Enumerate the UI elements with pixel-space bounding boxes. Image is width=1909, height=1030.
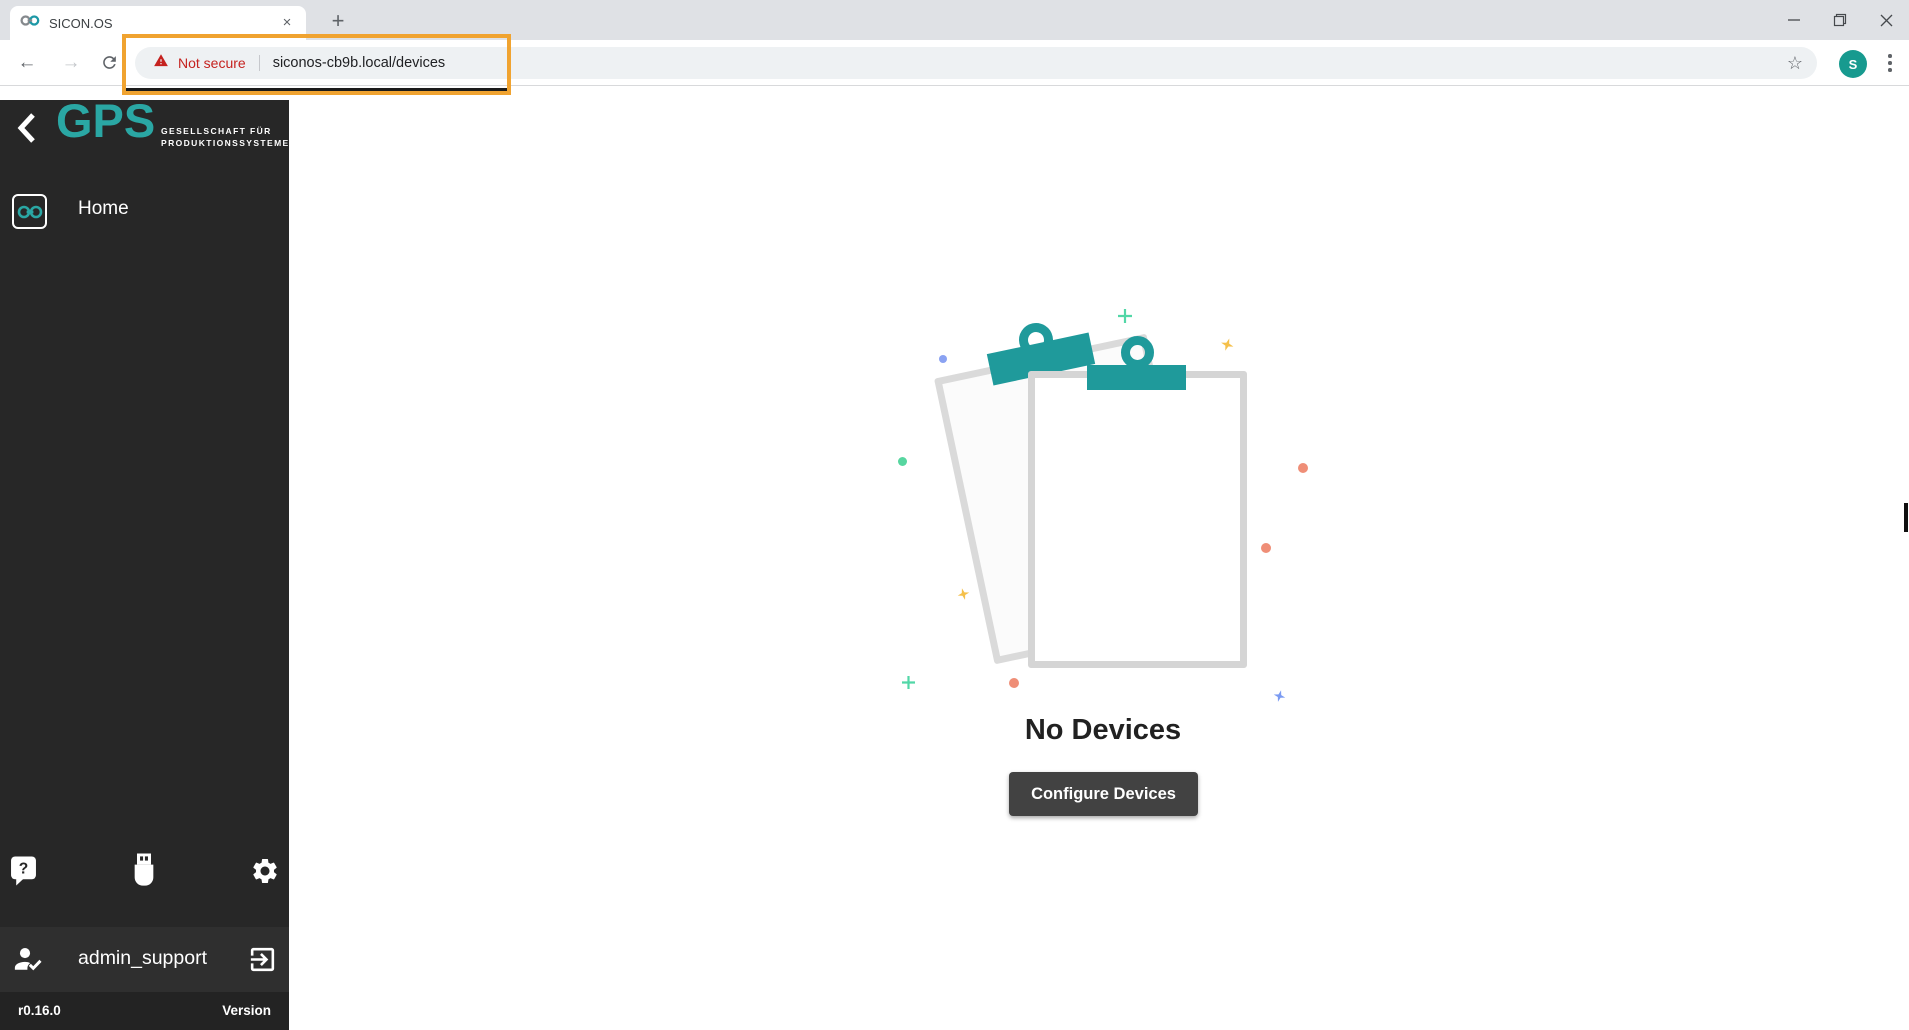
confetti-plus-icon <box>902 676 915 694</box>
devices-page: No Devices Configure Devices <box>289 86 1909 1030</box>
window-controls <box>1771 0 1909 40</box>
version-value: r0.16.0 <box>18 1003 61 1018</box>
confetti-sparkle-icon <box>956 586 972 606</box>
user-name: admin_support <box>78 947 207 970</box>
new-tab-button[interactable]: + <box>324 7 352 35</box>
restore-button[interactable] <box>1817 0 1863 40</box>
sidebar-bottom-icons: ? <box>0 846 289 898</box>
version-label: Version <box>222 1003 271 1018</box>
browser-window: SICON.OS × + ← → <box>0 0 1909 1030</box>
clipboard-front-clip <box>1087 365 1186 390</box>
help-icon[interactable]: ? <box>10 855 37 892</box>
user-check-icon <box>13 944 45 981</box>
tab-title: SICON.OS <box>49 16 113 31</box>
minimize-button[interactable] <box>1771 0 1817 40</box>
sidebar-user-row[interactable]: admin_support <box>0 927 289 992</box>
usb-icon[interactable] <box>130 853 158 894</box>
back-button[interactable]: ← <box>13 49 41 77</box>
close-window-button[interactable] <box>1863 0 1909 40</box>
confetti-sparkle-icon <box>1271 688 1287 708</box>
clipboard-front <box>1028 371 1247 668</box>
browser-menu-icon[interactable] <box>1888 54 1892 72</box>
siconos-home-icon <box>12 194 47 229</box>
reload-button[interactable] <box>95 49 123 77</box>
confetti-plus-icon <box>1118 309 1132 328</box>
gps-logo-subtitle: GESELLSCHAFT FÜR PRODUKTIONSSYSTEME <box>161 125 289 150</box>
bookmark-star-icon[interactable]: ☆ <box>1787 53 1803 74</box>
siconos-favicon-icon <box>20 14 40 32</box>
gps-logo: GPS <box>56 100 155 148</box>
svg-text:?: ? <box>19 861 29 878</box>
confetti-dot <box>1261 543 1271 553</box>
sidebar: GPS GESELLSCHAFT FÜR PRODUKTIONSSYSTEME … <box>0 100 289 1030</box>
confetti-dot <box>1009 678 1019 688</box>
close-tab-icon[interactable]: × <box>278 14 296 32</box>
configure-devices-button[interactable]: Configure Devices <box>1009 772 1198 816</box>
sidebar-item-home[interactable]: Home <box>0 190 289 236</box>
highlight-box <box>122 34 511 95</box>
sidebar-version-row: r0.16.0 Version <box>0 992 289 1030</box>
collapse-sidebar-icon[interactable] <box>15 112 39 149</box>
empty-state-title: No Devices <box>903 714 1303 747</box>
logout-icon[interactable] <box>247 944 278 980</box>
forward-button[interactable]: → <box>57 49 85 77</box>
profile-avatar[interactable]: S <box>1839 50 1867 78</box>
cursor-artifact <box>1904 503 1908 532</box>
confetti-dot <box>939 355 947 363</box>
confetti-dot <box>1298 463 1308 473</box>
confetti-sparkle-icon <box>1218 336 1236 357</box>
settings-gear-icon[interactable] <box>250 856 280 891</box>
confetti-dot <box>898 457 907 466</box>
sidebar-item-label: Home <box>78 198 129 220</box>
